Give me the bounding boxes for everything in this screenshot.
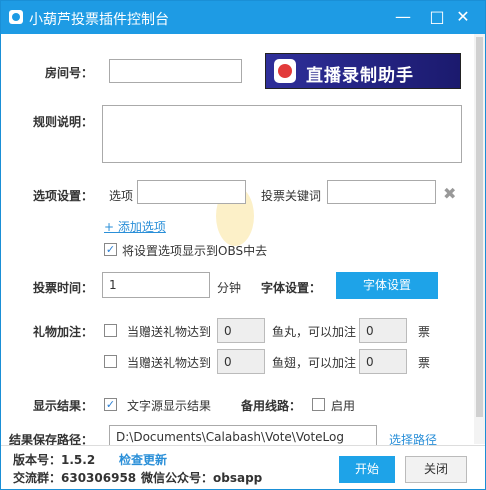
option-input[interactable] [137,180,246,204]
rec-icon [274,59,296,83]
keyword-text: 投票关键词 [261,189,322,203]
gift-prefix-1: 当赠送礼物达到 [127,325,212,339]
rules-textarea[interactable] [102,105,462,163]
gift-votes-2[interactable] [359,349,407,374]
display-checkbox[interactable]: ✓ [104,398,117,411]
keyword-input[interactable] [327,180,436,204]
gift-prefix-2: 当赠送礼物达到 [127,356,212,370]
backup-label: 备用线路： [241,399,302,413]
start-button[interactable]: 开始 [339,456,395,483]
add-option-link[interactable]: + 添加选项 [104,218,166,235]
gift-amount-2[interactable] [217,349,265,374]
gift-suffix-2: 票 [418,356,431,370]
show-obs-text: 将设置选项显示到OBS中去 [122,244,268,258]
app-icon [9,10,23,24]
vote-time-label: 投票时间： [33,281,94,295]
gift-checkbox-2[interactable] [104,355,117,368]
vote-time-input[interactable] [102,272,210,298]
options-label: 选项设置： [33,189,94,203]
main-window: 小葫芦投票插件控制台 — □ ✕ 房间号： 直播录制助手 规则说明： 选项设置：… [0,0,486,490]
close-button[interactable]: ✕ [453,7,473,27]
font-settings-button[interactable]: 字体设置 [336,272,438,299]
title-bar: 小葫芦投票插件控制台 — □ ✕ [1,1,485,34]
scrollbar-thumb[interactable] [476,37,483,417]
gift-suffix-1: 票 [418,325,431,339]
font-label: 字体设置： [261,281,322,295]
minimize-button[interactable]: — [393,7,413,27]
option-text: 选项 [109,189,134,203]
gift-item-2: 鱼翅，可以加注 [272,356,357,370]
gift-amount-1[interactable] [217,318,265,343]
show-obs-checkbox[interactable]: ✓ [104,243,117,256]
banner-text: 直播录制助手 [306,66,414,86]
wechat-label: 微信公众号：obsapp [141,471,263,485]
gift-checkbox-1[interactable] [104,324,117,337]
live-record-banner[interactable]: 直播录制助手 [265,53,461,89]
rules-label: 规则说明： [33,115,94,129]
delete-option-icon[interactable]: ✖ [443,184,456,203]
display-text: 文字源显示结果 [127,399,212,413]
check-update-link[interactable]: 检查更新 [119,451,167,468]
backup-enable-text: 启用 [331,399,356,413]
room-input[interactable] [109,59,242,83]
vote-time-unit: 分钟 [217,281,242,295]
room-label: 房间号： [45,66,94,80]
group-label: 交流群：630306958 [13,471,137,485]
version-label: 版本号：1.5.2 [13,453,96,467]
gift-votes-1[interactable] [359,318,407,343]
gift-label: 礼物加注： [33,325,94,339]
window-title: 小葫芦投票插件控制台 [29,12,169,28]
gift-item-1: 鱼丸，可以加注 [272,325,357,339]
display-label: 显示结果： [33,399,94,413]
maximize-button[interactable]: □ [427,7,447,27]
backup-checkbox[interactable] [312,398,325,411]
close-dialog-button[interactable]: 关闭 [405,456,467,483]
